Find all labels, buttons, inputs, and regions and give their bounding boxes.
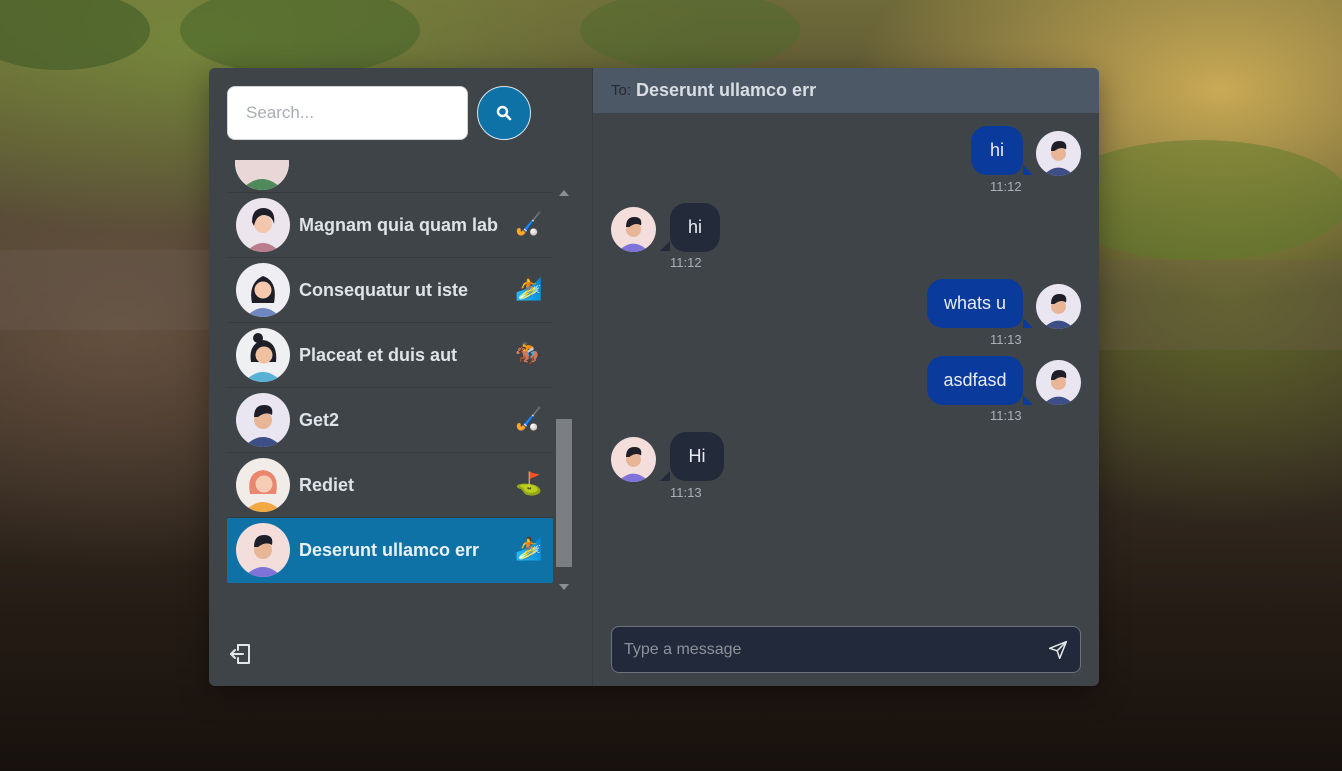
recipient-name: Deserunt ullamco err (636, 80, 817, 100)
search-button[interactable] (477, 86, 531, 140)
message-incoming: Hi 11:13 (593, 432, 1099, 512)
message-list: hi 11:12 hi 11:12 whats u 11:13 asdfasd … (593, 113, 1099, 606)
bubble-tail (660, 241, 670, 251)
message-bubble: hi (971, 126, 1023, 175)
search-input[interactable] (227, 86, 468, 140)
contact-list-item[interactable]: Get2 🏑 (227, 388, 553, 453)
search-icon (496, 105, 512, 121)
message-time: 11:12 (670, 255, 702, 270)
contact-name: Rediet (299, 474, 355, 495)
logout-icon (230, 644, 250, 664)
surfer-icon: 🏄 (515, 537, 543, 562)
contact-name: Placeat et duis aut (299, 344, 458, 365)
bubble-tail (1023, 318, 1033, 328)
contact-name: Get2 (299, 409, 340, 430)
message-outgoing: hi 11:12 (593, 113, 1099, 203)
golf-flag-icon: ⛳ (515, 472, 543, 497)
hockey-icon: 🏑 (515, 407, 543, 432)
bubble-tail (1023, 165, 1033, 175)
contact-list-item[interactable]: Placeat et duis aut 🏇 (227, 323, 553, 388)
avatar (236, 328, 290, 382)
sender-avatar (1036, 360, 1081, 405)
conversation-header: To: Deserunt ullamco err (593, 68, 1099, 113)
contact-name: Magnam quia quam lab (299, 214, 499, 235)
contact-list-item[interactable]: Consequatur ut iste 🏄 (227, 258, 553, 323)
avatar (235, 160, 289, 190)
sender-avatar (1036, 131, 1081, 176)
message-incoming: hi 11:12 (593, 203, 1099, 283)
message-bubble: whats u (927, 279, 1023, 328)
bubble-tail (1023, 395, 1033, 405)
bubble-tail (660, 471, 670, 481)
message-time: 11:13 (670, 485, 702, 500)
message-time: 11:12 (990, 179, 1022, 194)
conversation-panel: To: Deserunt ullamco err hi 11:12 hi 11:… (593, 68, 1099, 686)
message-bubble: hi (670, 203, 720, 252)
sender-avatar (1036, 284, 1081, 329)
message-time: 11:13 (990, 332, 1022, 347)
contact-list-item[interactable]: Rediet ⛳ (227, 453, 553, 518)
contact-name: Deserunt ullamco err (299, 539, 480, 560)
scroll-down-arrow[interactable] (559, 584, 569, 590)
avatar (236, 393, 290, 447)
avatar (236, 198, 290, 252)
contact-list-item-selected[interactable]: Deserunt ullamco err 🏄 (227, 518, 553, 583)
contact-list-scrollbar[interactable] (555, 186, 572, 590)
avatar (236, 263, 290, 317)
scroll-up-arrow[interactable] (559, 190, 569, 196)
message-composer (611, 626, 1081, 673)
send-icon (1048, 640, 1068, 659)
message-bubble: Hi (670, 432, 724, 481)
avatar (236, 458, 290, 512)
contacts-sidebar: Magnam quia quam lab 🏑 Consequatur ut is… (209, 68, 593, 686)
contact-name: Consequatur ut iste (299, 279, 469, 300)
contact-list: Magnam quia quam lab 🏑 Consequatur ut is… (227, 160, 553, 584)
logout-button[interactable] (229, 642, 253, 666)
contact-list-item-partial[interactable] (227, 160, 553, 193)
recipient-label: To: (611, 82, 632, 99)
message-outgoing: asdfasd 11:13 (593, 356, 1099, 436)
contact-avatar (611, 437, 656, 482)
scroll-thumb[interactable] (556, 419, 572, 567)
search-bar (227, 86, 531, 140)
message-time: 11:13 (990, 408, 1022, 423)
message-bubble: asdfasd (927, 356, 1023, 405)
avatar (236, 523, 290, 577)
horse-racing-icon: 🏇 (515, 342, 543, 367)
send-button[interactable] (1036, 628, 1080, 672)
contact-list-item[interactable]: Magnam quia quam lab 🏑 (227, 193, 553, 258)
message-outgoing: whats u 11:13 (593, 279, 1099, 359)
message-input[interactable] (612, 626, 1036, 673)
contact-avatar (611, 207, 656, 252)
chat-window: Magnam quia quam lab 🏑 Consequatur ut is… (209, 68, 1099, 686)
hockey-icon: 🏑 (515, 212, 543, 237)
surfer-icon: 🏄 (515, 277, 543, 302)
